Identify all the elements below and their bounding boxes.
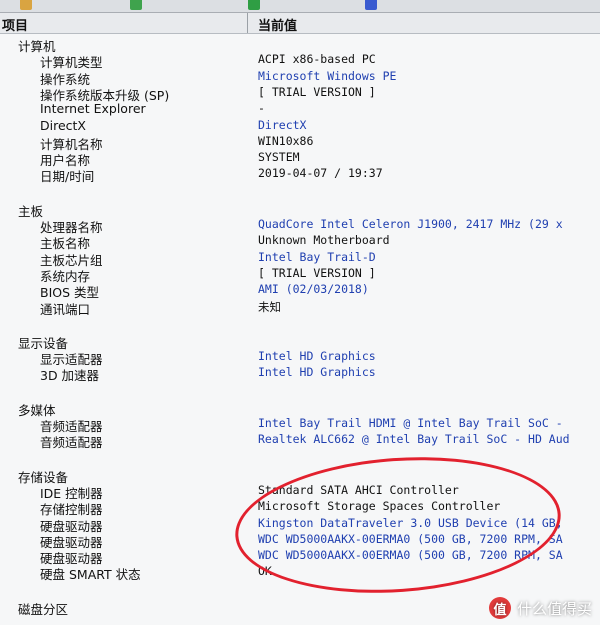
column-header: 项目 当前值 (0, 13, 600, 34)
property-value-link[interactable]: Microsoft Windows PE (258, 69, 396, 83)
property-value: 未知 (258, 299, 281, 314)
property-row[interactable]: 计算机名称 WIN10x86 (0, 133, 600, 152)
check-icon (130, 0, 142, 10)
property-row[interactable]: 硬盘驱动器 Kingston DataTraveler 3.0 USB Devic… (0, 516, 600, 534)
property-label: DirectX (40, 117, 86, 133)
property-value-link[interactable]: WDC WD5000AAKX-00ERMA0 (500 GB, 7200 RPM… (258, 532, 563, 546)
property-value-link[interactable]: DirectX (258, 118, 306, 132)
property-row[interactable]: 3D 加速器 Intel HD Graphics (0, 365, 600, 384)
toolbar-button-report[interactable] (20, 0, 32, 12)
property-row[interactable]: 日期/时间 2019-04-07 / 19:37 (0, 166, 600, 185)
property-row[interactable]: Internet Explorer - (0, 101, 600, 117)
property-value: SYSTEM (258, 150, 300, 165)
property-row[interactable]: 显示适配器 Intel HD Graphics (0, 349, 600, 367)
property-value-link[interactable]: Kingston DataTraveler 3.0 USB Device (14… (258, 516, 563, 530)
property-label: 音频适配器 (40, 435, 103, 451)
section-header[interactable]: 多媒体 (18, 400, 600, 418)
property-row[interactable]: 用户名称 SYSTEM (0, 150, 600, 168)
property-value: Standard SATA AHCI Controller (258, 482, 459, 497)
property-value-link[interactable]: Intel Bay Trail HDMI @ Intel Bay Trail S… (258, 416, 563, 430)
watermark: 值 什么值得买 (488, 597, 592, 619)
property-row[interactable]: 系统内存[ TRIAL VERSION ] (0, 265, 600, 284)
property-value-link[interactable]: Intel HD Graphics (258, 365, 376, 379)
property-row[interactable]: 处理器名称 QuadCore Intel Celeron J1900, 2417 … (0, 217, 600, 235)
search-icon (365, 0, 377, 10)
property-row[interactable]: 操作系统版本升级 (SP)[ TRIAL VERSION ] (0, 84, 600, 103)
property-row[interactable]: 音频适配器 Realtek ALC662 @ Intel Bay Trail So… (0, 432, 600, 451)
property-value: Unknown Motherboard (258, 233, 390, 248)
property-row[interactable]: IDE 控制器 Standard SATA AHCI Controller (0, 482, 600, 501)
property-value-link[interactable]: WDC WD5000AAKX-00ERMA0 (500 GB, 7200 RPM… (258, 548, 563, 562)
property-row[interactable]: 存储控制器 Microsoft Storage Spaces Controller (0, 499, 600, 517)
property-value-link[interactable]: Intel Bay Trail-D (258, 250, 376, 264)
property-value-link[interactable]: AMI (02/03/2018) (258, 282, 369, 296)
property-value: [ TRIAL VERSION ] (258, 265, 376, 280)
details-list: 计算机 计算机类型 ACPI x86-based PC 操作系统 Microsoft W… (0, 34, 600, 625)
property-row[interactable]: 计算机类型 ACPI x86-based PC (0, 52, 600, 70)
property-value: 2019-04-07 / 19:37 (258, 166, 383, 181)
property-value: Microsoft Storage Spaces Controller (258, 499, 501, 514)
property-label: 通讯端口 (40, 301, 91, 317)
property-row[interactable]: 主板芯片组 Intel Bay Trail-D (0, 250, 600, 268)
section-header[interactable]: 存储设备 (18, 467, 600, 485)
property-value-link[interactable]: QuadCore Intel Celeron J1900, 2417 MHz (… (258, 217, 563, 231)
property-row[interactable]: 通讯端口 未知 (0, 299, 600, 317)
watermark-text: 什么值得买 (516, 599, 592, 618)
property-row[interactable]: 硬盘驱动器 WDC WD5000AAKX-00ERMA0 (500 GB, 720… (0, 548, 600, 566)
watermark-logo-icon: 值 (488, 597, 511, 619)
property-row[interactable]: 操作系统 Microsoft Windows PE (0, 69, 600, 87)
property-row[interactable]: DirectX DirectX (0, 118, 600, 134)
property-row[interactable]: 硬盘 SMART 状态 OK (0, 564, 600, 583)
toolbar-button-update[interactable] (248, 0, 260, 12)
property-value-link[interactable]: Realtek ALC662 @ Intel Bay Trail SoC - H… (258, 432, 570, 446)
property-value: - (258, 101, 265, 116)
property-row[interactable]: 音频适配器 Intel Bay Trail HDMI @ Intel Bay Tr… (0, 416, 600, 434)
header-value[interactable]: 当前值 (258, 15, 297, 34)
toolbar-button-favorites[interactable] (130, 0, 142, 12)
toolbar (0, 0, 600, 13)
toolbar-button-driver-update[interactable] (365, 0, 377, 12)
property-label: Internet Explorer (40, 101, 146, 117)
property-row[interactable]: 主板名称 Unknown Motherboard (0, 233, 600, 251)
property-label: 日期/时间 (40, 169, 95, 185)
property-value: WIN10x86 (258, 133, 314, 148)
property-value: ACPI x86-based PC (258, 52, 376, 67)
download-icon (248, 0, 260, 10)
property-label: 硬盘 SMART 状态 (40, 567, 141, 583)
header-item[interactable]: 项目 (2, 15, 28, 34)
section-title: 磁盘分区 (18, 601, 69, 617)
property-row[interactable]: BIOS 类型 AMI (02/03/2018) (0, 282, 600, 300)
section-header[interactable]: 主板 (18, 201, 600, 219)
property-label: 3D 加速器 (40, 368, 100, 384)
property-value-link[interactable]: Intel HD Graphics (258, 349, 376, 363)
header-divider[interactable] (247, 13, 248, 33)
property-value: [ TRIAL VERSION ] (258, 84, 376, 99)
section-header[interactable]: 计算机 (18, 36, 600, 54)
report-icon (20, 0, 32, 10)
section-header[interactable]: 显示设备 (18, 333, 600, 351)
property-row[interactable]: 硬盘驱动器 WDC WD5000AAKX-00ERMA0 (500 GB, 720… (0, 532, 600, 550)
property-value: OK (258, 564, 272, 579)
